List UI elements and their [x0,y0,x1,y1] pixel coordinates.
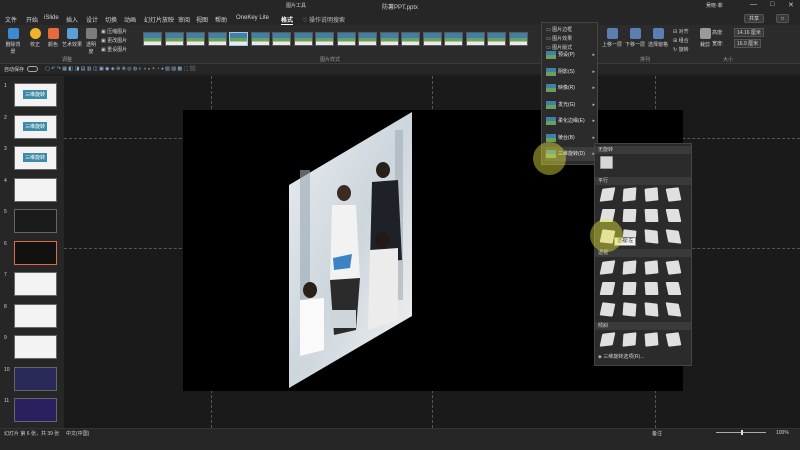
3d-rotation-preset[interactable] [644,229,659,244]
3d-rotation-preset[interactable] [622,260,637,275]
effects-menu-item[interactable]: 发光(G) ▸ [545,98,597,112]
effects-menu-label: 阴影(S) [558,68,575,75]
effects-menu-item[interactable]: 预设(P) ▸ [545,48,597,62]
3d-rotation-preset[interactable] [622,187,637,202]
zoom-slider-thumb[interactable] [741,430,743,435]
3d-rotation-options-label: 三维旋转选项(R)... [603,354,645,360]
chevron-right-icon: ▸ [592,118,595,124]
3d-rotation-preset[interactable] [644,332,659,347]
effects-menu-label: 预设(P) [558,52,575,58]
oblique-header: 倾斜 [595,322,691,330]
3d-rotation-preset[interactable] [599,332,616,347]
3d-rotation-preset[interactable] [622,282,637,295]
3d-rotation-preset[interactable] [665,260,682,275]
3d-rotation-preset[interactable] [644,282,659,295]
cursor-highlight [533,142,566,175]
picture-border-button[interactable]: ▭ 图片边框 [546,26,572,33]
3d-rotation-preset[interactable] [644,302,659,317]
effects-menu-label: 棱台(B) [558,134,575,141]
3d-rotation-preset[interactable] [644,187,659,202]
3d-rotation-preset[interactable] [665,282,682,295]
3d-rotation-options-item[interactable]: ◈ 三维旋转选项(R)... [598,353,644,360]
3d-rotation-preset[interactable] [665,209,682,222]
effect-preview-icon [546,100,556,109]
zoom-level[interactable]: 100% [776,430,789,436]
3d-rotation-preset[interactable] [644,209,659,222]
effect-preview-icon [546,117,556,125]
3d-rotation-preset[interactable] [599,282,616,295]
3d-rotation-preset[interactable] [622,332,637,347]
3d-rotation-preset[interactable] [599,187,616,202]
status-bar: 幻灯片 第 6 张，共 39 张 中文(中国) 备注 100% [0,428,800,450]
cursor-highlight [590,219,623,252]
3d-rotation-preset[interactable] [665,187,682,202]
effects-menu-item[interactable]: 柔化边缘(E) ▸ [545,114,597,128]
slide-counter: 幻灯片 第 6 张，共 39 张 [4,431,60,437]
effect-preview-icon [546,133,556,142]
no-rotation-header: 无旋转 [595,146,691,154]
effects-menu-item[interactable]: 映像(R) ▸ [545,81,597,95]
3d-rotation-preset[interactable] [644,260,659,275]
effect-preview-icon [546,67,556,76]
3d-rotation-preset[interactable] [622,302,637,317]
effects-menu-item[interactable]: 阴影(S) ▸ [545,65,597,79]
3d-rotation-preset[interactable] [665,229,682,244]
no-rotation-option[interactable] [600,156,613,169]
3d-rotation-preset[interactable] [599,260,616,275]
parallel-header: 平行 [595,177,691,185]
effects-menu-label: 映像(R) [558,85,575,91]
effect-preview-icon [546,84,556,92]
chevron-right-icon: ▸ [592,68,595,75]
effects-menu-label: 柔化边缘(E) [558,118,585,124]
3d-rotation-preset[interactable] [665,302,682,317]
picture-effects-button[interactable]: ▭ 图片效果 [546,35,572,42]
3d-rotation-preset[interactable] [665,332,682,347]
language-indicator[interactable]: 中文(中国) [66,430,89,437]
3d-rotation-preset[interactable] [622,209,637,222]
picture-effects-label: 图片效果 [552,36,573,42]
chevron-right-icon: ▸ [592,101,595,108]
notes-button[interactable]: 备注 [652,430,662,437]
3d-rotation-preset[interactable] [599,302,616,317]
3d-rotation-submenu: 无旋转 平行 透视 倾斜 ◈ 三维旋转选项(R)... [594,143,692,366]
effect-preview-icon [546,51,556,59]
picture-border-label: 图片边框 [552,27,573,33]
chevron-right-icon: ▸ [592,85,595,91]
chevron-right-icon: ▸ [592,52,595,58]
effects-menu-label: 发光(G) [558,101,576,108]
